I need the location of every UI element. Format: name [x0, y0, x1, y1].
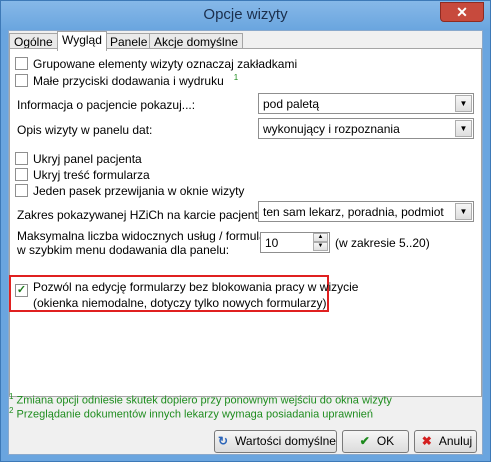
group-tabs-checkbox[interactable]: [15, 57, 28, 70]
checkmark-icon: ✔: [359, 434, 370, 448]
dialog-body: Ogólne Wygląd Panele Akcje domyślne Grup…: [8, 30, 483, 455]
hzich-range-value: ten sam lekarz, poradnia, podmiot: [263, 205, 444, 219]
hide-patient-panel-label: Ukryj panel pacjenta: [33, 152, 142, 166]
small-buttons-checkbox[interactable]: [15, 74, 28, 87]
window-title: Opcje wizyty: [203, 6, 288, 23]
max-services-range: (w zakresie 5..20): [335, 236, 430, 250]
ok-button-label: OK: [376, 434, 395, 448]
hide-form-content-label: Ukryj treść formularza: [33, 168, 150, 182]
footnote-2-marker: 2: [9, 406, 14, 415]
visit-desc-value: wykonujący i rozpoznania: [263, 122, 400, 136]
patient-info-label: Informacja o pacjencie pokazuj...:: [17, 98, 196, 112]
spin-down-icon[interactable]: ▼: [313, 242, 328, 251]
footnote-2: 2 Przeglądanie dokumentów innych lekarzy…: [9, 406, 373, 421]
max-services-spinner[interactable]: 10 ▲ ▼: [260, 232, 330, 253]
visit-desc-label: Opis wizyty w panelu dat:: [17, 123, 153, 137]
chevron-down-icon[interactable]: ▼: [455, 203, 472, 220]
option-hide-form-content[interactable]: Ukryj treść formularza: [15, 168, 150, 182]
chevron-down-icon[interactable]: ▼: [455, 95, 472, 112]
non-blocking-label-2: (okienka niemodalne, dotyczy tylko nowyc…: [33, 296, 327, 310]
close-button[interactable]: ✕: [440, 2, 484, 22]
tab-wyglad[interactable]: Wygląd: [57, 31, 107, 51]
tab-panel-wyglad: Grupowane elementy wizyty oznaczaj zakła…: [9, 48, 482, 397]
dialog-window: Opcje wizyty ✕ Ogólne Wygląd Panele Akcj…: [0, 0, 491, 462]
defaults-button-label: Wartości domyślne: [235, 434, 336, 448]
max-services-label-1: Maksymalna liczba widocznych usług / for…: [17, 229, 282, 243]
refresh-icon: ↻: [218, 434, 229, 448]
non-blocking-checkbox[interactable]: ✓: [15, 284, 28, 297]
option-one-scroll[interactable]: Jeden pasek przewijania w oknie wizyty: [15, 184, 244, 198]
visit-desc-select[interactable]: wykonujący i rozpoznania ▼: [258, 118, 474, 139]
cross-icon: ✖: [421, 434, 432, 448]
max-services-value: 10: [265, 236, 279, 250]
chevron-down-icon[interactable]: ▼: [455, 120, 472, 137]
non-blocking-label-1: Pozwól na edycję formularzy bez blokowan…: [33, 280, 359, 294]
hzich-range-label: Zakres pokazywanej HZiCh na karcie pacje…: [17, 208, 268, 222]
max-services-label-2: w szybkim menu dodawania dla panelu:: [17, 243, 230, 257]
cancel-button[interactable]: ✖ Anuluj: [414, 430, 477, 453]
patient-info-value: pod paletą: [263, 97, 320, 111]
small-buttons-label: Małe przyciski dodawania i wydruku: [33, 74, 224, 88]
defaults-button[interactable]: ↻ Wartości domyślne: [214, 430, 337, 453]
one-scroll-label: Jeden pasek przewijania w oknie wizyty: [33, 184, 245, 198]
ok-button[interactable]: ✔ OK: [342, 430, 409, 453]
one-scroll-checkbox[interactable]: [15, 184, 28, 197]
footnote-1-text: Zmiana opcji odniesie skutek dopiero prz…: [16, 394, 392, 407]
option-hide-patient-panel[interactable]: Ukryj panel pacjenta: [15, 152, 142, 166]
option-group-tabs[interactable]: Grupowane elementy wizyty oznaczaj zakła…: [15, 57, 297, 71]
hide-form-content-checkbox[interactable]: [15, 168, 28, 181]
option-small-buttons[interactable]: Małe przyciski dodawania i wydruku 1: [15, 73, 238, 88]
group-tabs-label: Grupowane elementy wizyty oznaczaj zakła…: [33, 57, 298, 71]
cancel-button-label: Anuluj: [438, 434, 473, 448]
footnote-1-marker: 1: [9, 392, 14, 401]
title-bar: Opcje wizyty ✕: [1, 1, 490, 29]
note-marker-1: 1: [233, 73, 239, 82]
close-icon: ✕: [456, 4, 468, 20]
hzich-range-select[interactable]: ten sam lekarz, poradnia, podmiot ▼: [258, 201, 474, 222]
footnote-2-text: Przeglądanie dokumentów innych lekarzy w…: [16, 408, 374, 421]
patient-info-select[interactable]: pod paletą ▼: [258, 93, 474, 114]
option-non-blocking[interactable]: ✓ Pozwól na edycję formularzy bez blokowa…: [15, 280, 358, 297]
spin-up-icon[interactable]: ▲: [313, 233, 328, 242]
footnote-1: 1 Zmiana opcji odniesie skutek dopiero p…: [9, 392, 392, 407]
hide-patient-panel-checkbox[interactable]: [15, 152, 28, 165]
hzich-range-label-row: Zakres pokazywanej HZiCh na karcie pacje…: [17, 207, 276, 222]
